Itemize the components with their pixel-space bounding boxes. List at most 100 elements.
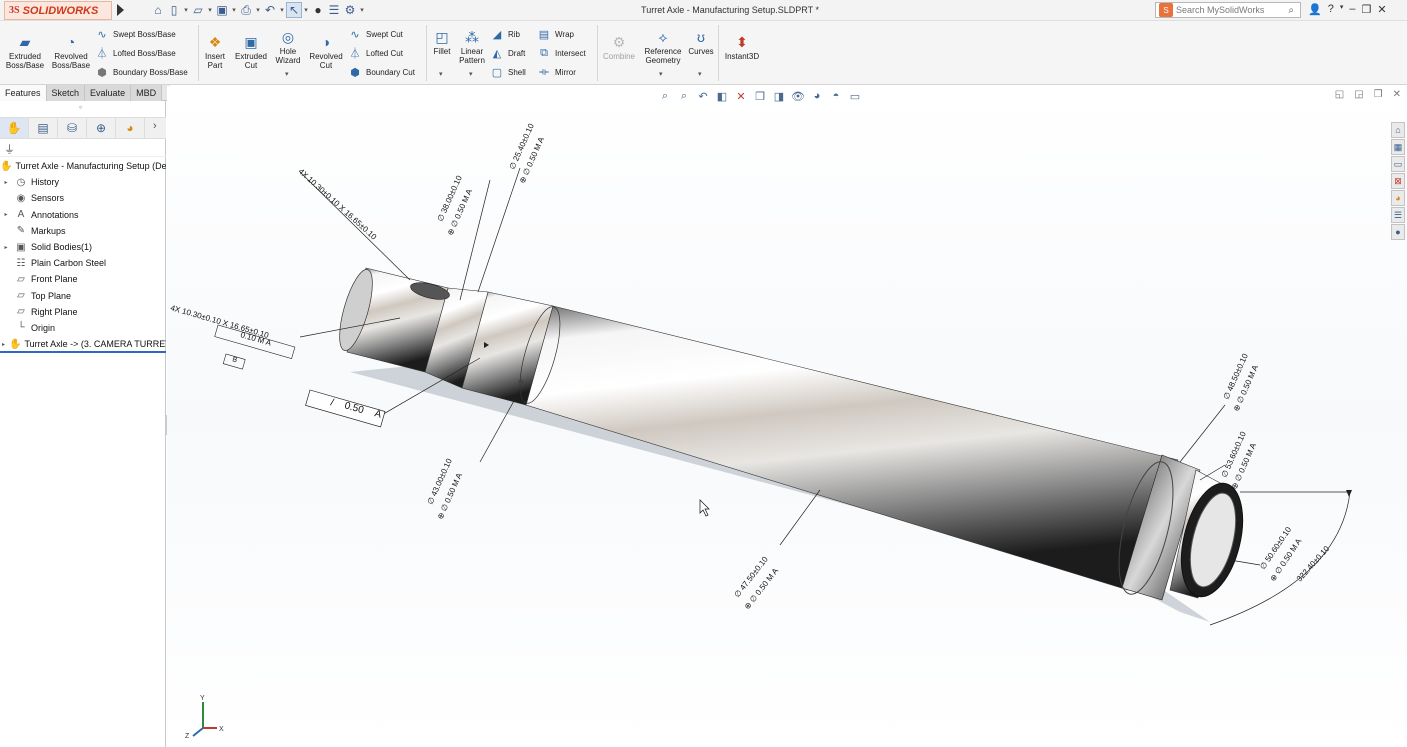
insert-part-button[interactable]: ❖ Insert Part	[200, 33, 230, 71]
display-manager-tab-icon[interactable]: ◕	[116, 118, 145, 138]
dim-slot-top[interactable]: 4X 10.30±0.10 X 16.65±0.10	[297, 167, 379, 242]
boundary-boss-button[interactable]: ⬢ Boundary Boss/Base	[95, 65, 188, 79]
fillet-dropdown-icon[interactable]: ▾	[439, 70, 443, 78]
graphics-area[interactable]: ⌕ ⌕ ↶ ◧ ✕ ❒ ◨ 👁 ◕ ◓ ▭ ◱ ◲ ❐ ✕ ⌂ ▦ ▭ ⊠ ◕ …	[167, 86, 1407, 747]
origin-icon: └	[17, 322, 25, 334]
datum-b[interactable]: B	[231, 356, 238, 364]
tree-item[interactable]: ▸ ◷ History	[0, 174, 166, 190]
lofted-boss-button[interactable]: ⏃ Lofted Boss/Base	[95, 46, 176, 60]
mirror-button[interactable]: ⟛ Mirror	[537, 65, 576, 79]
intersect-label: Intersect	[555, 48, 586, 58]
fillet-button[interactable]: ◰ Fillet	[428, 28, 456, 57]
tree-item[interactable]: ✎ Markups	[0, 223, 166, 239]
plane-icon: ▱	[17, 290, 25, 302]
draft-label: Draft	[508, 48, 526, 58]
minimize-icon[interactable]: –	[1349, 3, 1355, 16]
combine-button[interactable]: ⚙ Combine	[600, 33, 638, 62]
configuration-manager-tab-icon[interactable]: ⛁	[58, 118, 87, 138]
close-icon[interactable]: ✕	[1377, 3, 1386, 16]
tree-root[interactable]: ✋ Turret Axle - Manufacturing Setup (De	[0, 158, 166, 174]
revolved-cut-button[interactable]: ◑ Revolved Cut	[306, 33, 346, 71]
search-icon[interactable]: ⌕	[1288, 5, 1294, 16]
tree-item[interactable]: ◉ Sensors	[0, 190, 166, 206]
more-tabs-chevron-icon[interactable]: ›	[153, 120, 157, 132]
rib-button[interactable]: ◢ Rib	[490, 27, 520, 41]
expand-arrow-icon[interactable]: ▸	[2, 341, 5, 348]
pattern-dropdown-icon[interactable]: ▾	[469, 70, 473, 78]
feature-manager-tab-icon[interactable]: ✋	[0, 118, 29, 138]
tree-item[interactable]: ▱ Top Plane	[0, 288, 166, 304]
extruded-cut-button[interactable]: ▣ Extruded Cut	[231, 33, 271, 71]
material-icon: ☷	[16, 257, 26, 269]
extruded-boss-button[interactable]: ▰ Extruded Boss/Base	[4, 33, 46, 71]
intersect-button[interactable]: ⧉ Intersect	[537, 46, 586, 60]
linear-pattern-button[interactable]: ⁂ Linear Pattern	[456, 28, 488, 66]
tree-item[interactable]: ▸ ✋ Turret Axle -> (3. CAMERA TURRET	[0, 336, 166, 352]
shell-button[interactable]: ▢ Shell	[490, 65, 526, 79]
tree-filter-bar[interactable]	[0, 139, 166, 157]
linear-pattern-icon: ⁂	[465, 28, 479, 45]
boundary-cut-button[interactable]: ⬢ Boundary Cut	[348, 65, 415, 79]
curves-dropdown-icon[interactable]: ▾	[698, 70, 702, 78]
swept-boss-button[interactable]: ∿ Swept Boss/Base	[95, 27, 175, 41]
restore-icon[interactable]: ❐	[1361, 3, 1371, 16]
hole-wizard-icon: ◎	[281, 28, 295, 45]
lofted-cut-button[interactable]: ⏃ Lofted Cut	[348, 46, 403, 60]
swept-cut-button[interactable]: ∿ Swept Cut	[348, 27, 403, 41]
tree-item[interactable]: ▱ Front Plane	[0, 271, 166, 287]
tab-features[interactable]: Features	[0, 85, 47, 101]
panel-grip[interactable]: ∘	[78, 103, 83, 112]
search-box[interactable]: S Search MySolidWorks ⌕	[1155, 2, 1301, 18]
dim-overall-length[interactable]: 322.40±0.10	[1295, 544, 1332, 583]
tab-mbd[interactable]: MBD	[131, 85, 163, 101]
user-icon[interactable]: 👤	[1308, 3, 1322, 16]
help-icon[interactable]: ?	[1328, 3, 1334, 16]
tree-item[interactable]: └ Origin	[0, 320, 166, 336]
part-icon: ✋	[0, 160, 13, 172]
revolved-cut-label: Revolved Cut	[309, 52, 343, 70]
tab-evaluate[interactable]: Evaluate	[85, 85, 132, 101]
insert-part-icon: ❖	[208, 33, 222, 50]
triad-z-label: Z	[185, 733, 190, 740]
instant3d-button[interactable]: ⬍ Instant3D	[720, 33, 764, 62]
lofted-cut-label: Lofted Cut	[366, 48, 403, 58]
tab-sketch[interactable]: Sketch	[46, 85, 86, 101]
reference-geometry-dropdown-icon[interactable]: ▾	[659, 70, 663, 78]
search-input[interactable]: Search MySolidWorks	[1176, 5, 1288, 15]
expand-arrow-icon[interactable]: ▸	[2, 244, 10, 251]
swept-cut-label: Swept Cut	[366, 29, 403, 39]
tree-item-label: Front Plane	[31, 274, 78, 285]
tree-item[interactable]: ☷ Plain Carbon Steel	[0, 255, 166, 271]
small-hole[interactable]	[518, 379, 524, 385]
curves-button[interactable]: ʊ Curves	[686, 28, 716, 57]
tree-item[interactable]: ▸ A Annotations	[0, 207, 166, 223]
shaft-body[interactable]	[525, 305, 1179, 591]
hole-wizard-label: Hole Wizard	[275, 47, 301, 65]
expand-arrow-icon[interactable]: ▸	[2, 179, 10, 186]
help-dropdown-icon[interactable]: ▾	[1340, 3, 1344, 16]
dimxpert-manager-tab-icon[interactable]: ⊕	[87, 118, 116, 138]
command-tabs: Features Sketch Evaluate MBD	[0, 85, 170, 101]
extruded-boss-icon: ▰	[19, 33, 31, 50]
filter-icon[interactable]: ⏚	[4, 141, 15, 157]
boundary-boss-label: Boundary Boss/Base	[113, 67, 188, 77]
expand-arrow-icon[interactable]: ▸	[2, 211, 10, 218]
solid-bodies-icon: ▣	[16, 241, 26, 253]
tree-item[interactable]: ▸ ▣ Solid Bodies(1)	[0, 239, 166, 255]
lofted-boss-icon: ⏃	[96, 48, 108, 60]
curves-label: Curves	[688, 47, 714, 56]
hole-wizard-dropdown-icon[interactable]: ▾	[285, 70, 289, 78]
property-manager-tab-icon[interactable]: ▤	[29, 118, 58, 138]
wrap-button[interactable]: ▤ Wrap	[537, 27, 574, 41]
tree-item[interactable]: ▱ Right Plane	[0, 304, 166, 320]
reference-geometry-button[interactable]: ⟡ Reference Geometry	[641, 28, 685, 66]
draft-button[interactable]: ◭ Draft	[490, 46, 526, 60]
fillet-label: Fillet	[433, 47, 451, 56]
rib-label: Rib	[508, 29, 521, 39]
boundary-cut-icon: ⬢	[350, 66, 360, 79]
revolved-boss-button[interactable]: ◔ Revolved Boss/Base	[49, 33, 93, 71]
swept-cut-icon: ∿	[350, 28, 360, 41]
hole-wizard-button[interactable]: ◎ Hole Wizard	[271, 28, 305, 66]
intersect-icon: ⧉	[540, 46, 548, 59]
tree-item-label: Sensors	[31, 193, 65, 204]
